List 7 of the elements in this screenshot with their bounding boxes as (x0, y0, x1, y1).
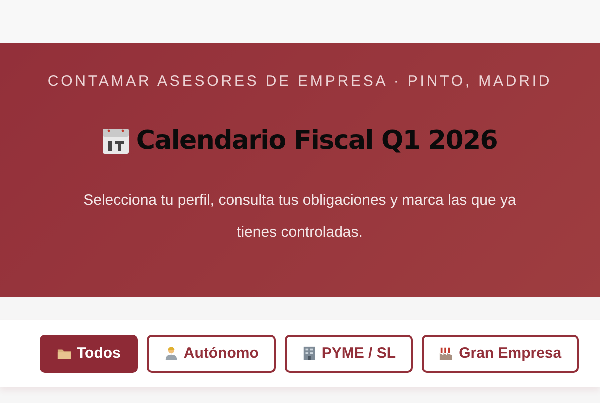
page-title: Calendario Fiscal Q1 2026 (136, 125, 498, 158)
subtitle: Selecciona tu perfil, consulta tus obligaciones y marca las que ya tienes controladas. (82, 191, 518, 243)
filter-tab[interactable]: Autónomo (146, 334, 276, 372)
filter-tab[interactable]: Todos (40, 334, 138, 372)
filter-tab[interactable]: PYME / SL (284, 334, 414, 372)
filter-tab[interactable]: Gran Empresa (422, 334, 579, 372)
company-name: CONTAMAR ASESORES DE EMPRESA · PINTO, MADRID (46, 73, 554, 91)
